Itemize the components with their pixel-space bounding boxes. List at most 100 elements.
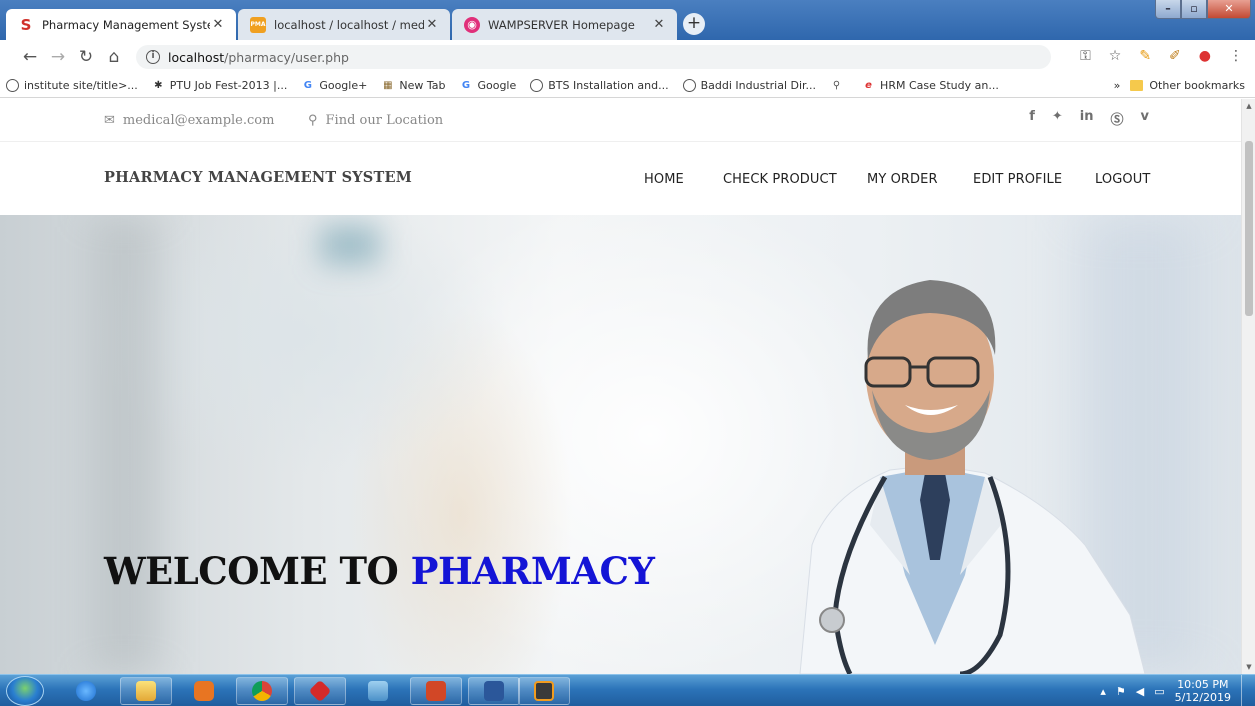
start-button[interactable] xyxy=(6,676,44,706)
welcome-highlight: PHARMACY xyxy=(410,549,655,593)
bookmark-label: BTS Installation and... xyxy=(548,79,669,92)
google-icon: G xyxy=(461,80,471,91)
bookmark-label: Google xyxy=(477,79,517,92)
taskbar-media-icon[interactable] xyxy=(178,677,230,705)
key-icon[interactable]: ⚿ xyxy=(1080,48,1091,64)
bookmark-label: PTU Job Fest-2013 |... xyxy=(169,79,288,92)
clock-time: 10:05 PM xyxy=(1177,678,1229,691)
bookmarks-overflow-button[interactable]: » xyxy=(1114,79,1121,92)
address-bar[interactable]: i localhost/pharmacy/user.php xyxy=(136,45,1051,69)
facebook-icon[interactable]: f xyxy=(1029,109,1035,128)
nav-edit-profile[interactable]: EDIT PROFILE xyxy=(973,172,1062,187)
nav-check-product[interactable]: CHECK PRODUCT xyxy=(723,172,837,187)
reload-icon[interactable]: ↻ xyxy=(72,47,100,67)
taskbar-ie-icon[interactable] xyxy=(60,677,112,705)
minimize-button[interactable]: – xyxy=(1155,0,1181,19)
system-tray: ▴ ⚑ ◀ ▭ 10:05 PM 5/12/2019 xyxy=(1100,675,1251,706)
twitter-icon[interactable]: ✦ xyxy=(1052,109,1063,128)
windows-taskbar: ▴ ⚑ ◀ ▭ 10:05 PM 5/12/2019 xyxy=(0,674,1255,706)
taskbar-app-blue-icon[interactable] xyxy=(352,677,404,705)
globe-icon xyxy=(6,79,19,92)
bookmark-label: Baddi Industrial Dir... xyxy=(700,79,817,92)
scroll-down-arrow-icon[interactable]: ▼ xyxy=(1242,660,1255,674)
menu-kebab-icon[interactable]: ⋮ xyxy=(1229,48,1243,64)
scrollbar-thumb[interactable] xyxy=(1245,141,1253,316)
bookmark-item[interactable]: ⚲ xyxy=(830,79,848,92)
close-icon[interactable]: ✕ xyxy=(424,17,440,32)
skype-icon[interactable]: Ⓢ xyxy=(1111,109,1124,128)
ptu-icon: ✱ xyxy=(154,80,163,91)
taskbar-app-red-icon[interactable] xyxy=(294,677,346,705)
contact-email[interactable]: ✉ medical@example.com xyxy=(104,113,274,128)
welcome-heading: WELCOME TO PHARMACY xyxy=(104,549,655,593)
taskbar-sublime-icon[interactable] xyxy=(518,677,570,705)
bookmark-item[interactable]: G Google+ xyxy=(301,79,368,92)
globe-icon xyxy=(682,79,696,92)
tab-wampserver[interactable]: ◉ WAMPSERVER Homepage ✕ xyxy=(452,9,677,40)
folder-icon xyxy=(1130,80,1144,91)
vimeo-icon[interactable]: v xyxy=(1141,109,1149,128)
bookmark-label: institute site/title>... xyxy=(24,79,138,92)
network-icon[interactable]: ▭ xyxy=(1154,685,1164,698)
volume-icon[interactable]: ◀ xyxy=(1136,685,1144,698)
taskbar-powerpoint-icon[interactable] xyxy=(410,677,462,705)
linkedin-icon[interactable]: in xyxy=(1080,109,1094,128)
taskbar-explorer-icon[interactable] xyxy=(120,677,172,705)
other-bookmarks[interactable]: Other bookmarks xyxy=(1149,79,1245,92)
search-icon: ⚲ xyxy=(832,80,841,91)
nav-logout[interactable]: LOGOUT xyxy=(1095,172,1150,187)
email-text: medical@example.com xyxy=(122,113,275,128)
tab-phpmyadmin[interactable]: PMA localhost / localhost / medical / t … xyxy=(238,9,450,40)
location-text: Find our Location xyxy=(325,113,444,128)
tab-pharmacy[interactable]: S Pharmacy Management System ✕ xyxy=(6,9,236,40)
hero-banner: WELCOME TO PHARMACY xyxy=(0,215,1241,674)
new-tab-button[interactable]: + xyxy=(683,13,705,35)
nav-home[interactable]: HOME xyxy=(644,172,684,187)
browser-toolbar: ← → ↻ ⌂ i localhost/pharmacy/user.php ⚿ … xyxy=(0,40,1255,74)
tab-title: localhost / localhost / medical / t xyxy=(274,17,424,32)
bookmark-item[interactable]: BTS Installation and... xyxy=(530,79,669,92)
welcome-text: WELCOME TO xyxy=(104,549,399,593)
hrm-icon: e xyxy=(865,80,872,91)
taskbar-word-icon[interactable] xyxy=(468,677,520,705)
bookmark-item[interactable]: ✱ PTU Job Fest-2013 |... xyxy=(152,79,288,92)
forward-arrow-icon[interactable]: → xyxy=(44,47,72,67)
newtab-icon: ▦ xyxy=(383,80,393,91)
tab-title: WAMPSERVER Homepage xyxy=(488,17,635,32)
bookmarks-bar: institute site/title>... ✱ PTU Job Fest-2… xyxy=(0,74,1255,98)
extension-brush-icon[interactable]: ✐ xyxy=(1169,48,1181,64)
location-pin-icon: ⚲ xyxy=(308,113,318,128)
bookmark-item[interactable]: G Google xyxy=(459,79,516,92)
doctor-image xyxy=(799,280,1146,674)
info-icon[interactable]: i xyxy=(146,50,160,64)
star-icon[interactable]: ☆ xyxy=(1109,48,1122,64)
bookmarks-right: » Other bookmarks xyxy=(1114,79,1245,92)
site-brand[interactable]: PHARMACY MANAGEMENT SYSTEM xyxy=(104,169,412,186)
nav-my-order[interactable]: MY ORDER xyxy=(867,172,938,187)
taskbar-clock[interactable]: 10:05 PM 5/12/2019 xyxy=(1175,678,1231,704)
window-controls: – ▫ ✕ xyxy=(1155,0,1251,19)
tray-expand-icon[interactable]: ▴ xyxy=(1100,685,1106,698)
s-favicon-icon: S xyxy=(20,15,32,34)
page-scrollbar[interactable]: ▲ ▼ xyxy=(1241,99,1255,674)
profile-icon[interactable]: ● xyxy=(1199,48,1211,64)
show-desktop-button[interactable] xyxy=(1241,675,1251,706)
maximize-button[interactable]: ▫ xyxy=(1181,0,1207,19)
extension-icon[interactable]: ✎ xyxy=(1139,48,1151,64)
back-arrow-icon[interactable]: ← xyxy=(16,47,44,67)
bookmark-item[interactable]: e HRM Case Study an... xyxy=(862,79,999,92)
scroll-up-arrow-icon[interactable]: ▲ xyxy=(1242,99,1255,113)
home-icon[interactable]: ⌂ xyxy=(100,47,128,67)
close-icon[interactable]: ✕ xyxy=(210,17,226,32)
bookmark-label: Google+ xyxy=(319,79,368,92)
bookmark-item[interactable]: ▦ New Tab xyxy=(381,79,445,92)
window-close-button[interactable]: ✕ xyxy=(1207,0,1251,19)
close-icon[interactable]: ✕ xyxy=(651,17,667,32)
contact-location[interactable]: ⚲ Find our Location xyxy=(308,113,443,128)
flag-icon[interactable]: ⚑ xyxy=(1116,685,1126,698)
taskbar-chrome-icon[interactable] xyxy=(236,677,288,705)
bookmark-item[interactable]: Baddi Industrial Dir... xyxy=(682,79,817,92)
bookmark-label: HRM Case Study an... xyxy=(880,79,999,92)
bookmark-item[interactable]: institute site/title>... xyxy=(6,79,138,92)
google-icon: G xyxy=(303,80,312,91)
